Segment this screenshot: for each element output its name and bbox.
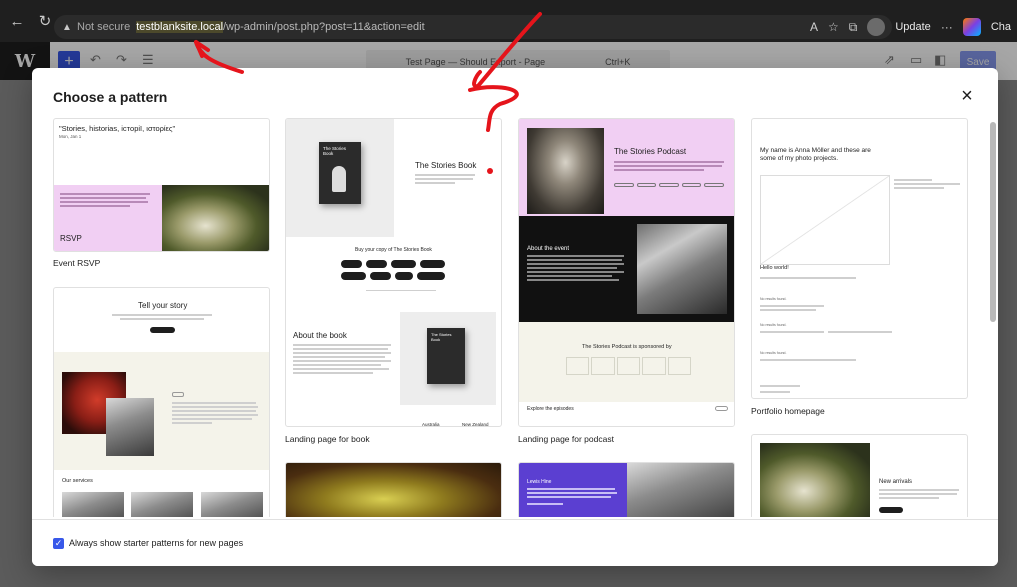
pattern-label-book[interactable]: Landing page for book (285, 434, 370, 444)
pattern-card-book[interactable]: The Stories Book The Stories Book Buy yo… (285, 118, 502, 427)
yellow-flower-photo (286, 463, 501, 517)
service-photo-1 (62, 492, 124, 517)
podcast-hero: The Stories Podcast (519, 119, 734, 216)
service-photo-3 (201, 492, 263, 517)
rsvp-label: RSVP (60, 234, 82, 243)
warning-icon: ▲ (62, 21, 72, 33)
pattern-label-podcast[interactable]: Landing page for podcast (518, 434, 614, 444)
portfolio-image-placeholder (760, 175, 890, 265)
purple-panel: Lewis Hine (519, 463, 627, 517)
pattern-card-podcast[interactable]: The Stories Podcast About the event The … (518, 118, 735, 427)
lily-photo-2 (760, 443, 870, 517)
copilot-label[interactable]: Cha (991, 21, 1011, 33)
about-event-heading: About the event (527, 246, 570, 252)
url-host: testblanksite.local (136, 21, 224, 33)
browser-actions: A ☆ ⧉ Update ··· Cha (810, 15, 1017, 39)
modal-footer: ✓ Always show starter patterns for new p… (32, 519, 998, 566)
event-date: Mon, Jan 1 (59, 134, 82, 139)
service-photo-2 (131, 492, 193, 517)
services-heading: Our services (62, 478, 93, 484)
profile-avatar[interactable] (867, 18, 886, 36)
read-aloud-icon[interactable]: A (810, 20, 818, 34)
book-title: The Stories Book (415, 161, 477, 170)
portfolio-intro: My name is Anna Möller and these are som… (760, 147, 871, 162)
pattern-modal: Choose a pattern × "Stories, historias, … (32, 68, 998, 566)
hine-photo (627, 463, 734, 517)
no-results-1: No results found. (760, 297, 787, 301)
sponsor-heading: The Stories Podcast is sponsored by (582, 344, 672, 350)
no-results-3: No results found. (760, 351, 787, 355)
pattern-label-event-rsvp[interactable]: Event RSVP (53, 258, 100, 268)
pattern-card-yellow-flower[interactable] (285, 462, 502, 517)
podcast-sponsor-section: The Stories Podcast is sponsored by Expl… (519, 322, 734, 426)
pattern-grid: "Stories, historias, історії, ιστορίες" … (53, 118, 989, 517)
starter-patterns-checkbox[interactable]: ✓ (53, 537, 64, 549)
pattern-card-lewis-hine[interactable]: Lewis Hine (518, 462, 735, 517)
new-arrivals-heading: New arrivals (879, 479, 913, 485)
explore-heading: Explore the episodes (527, 406, 574, 412)
url-path: /wp-admin/post.php?post=11&action=edit (223, 21, 425, 33)
podcast-about-section: About the event (519, 216, 734, 322)
pink-panel: RSVP (54, 185, 162, 251)
not-secure-label: Not secure (77, 21, 131, 33)
podcast-title: The Stories Podcast (614, 147, 687, 156)
pattern-label-portfolio[interactable]: Portfolio homepage (751, 406, 825, 416)
ruin-photo (637, 224, 727, 314)
favorite-icon[interactable]: ☆ (828, 20, 839, 34)
lily-photo (162, 185, 269, 251)
tell-story-heading: Tell your story (138, 301, 188, 310)
pattern-card-tell-your-story[interactable]: Tell your story Our services (53, 287, 270, 517)
lewis-hine-name: Lewis Hine (527, 479, 552, 485)
starter-patterns-label[interactable]: Always show starter patterns for new pag… (69, 538, 243, 548)
pattern-card-event-rsvp[interactable]: "Stories, historias, історії, ιστορίες" … (53, 118, 270, 252)
close-icon[interactable]: × (956, 86, 978, 108)
buy-heading: Buy your copy of The Stories Book (355, 247, 432, 253)
collections-icon[interactable]: ⧉ (849, 20, 858, 35)
back-icon[interactable]: ← (6, 10, 28, 32)
cover-title-2: The Stories Book (431, 332, 452, 342)
bw-flower-photo (106, 398, 154, 456)
book-photo-2: The Stories Book (400, 312, 496, 405)
pattern-card-new-arrivals[interactable]: New arrivals (751, 434, 968, 517)
update-button[interactable]: Update (895, 21, 930, 33)
address-bar[interactable]: ▲ Not secure testblanksite.local /wp-adm… (54, 15, 892, 39)
copilot-icon[interactable] (962, 18, 981, 36)
event-heading: "Stories, historias, історії, ιστορίες" (59, 124, 176, 133)
pattern-card-portfolio[interactable]: My name is Anna Möller and these are som… (751, 118, 968, 399)
book-footer-right: New Zealand (462, 422, 489, 427)
flower-section (54, 352, 269, 470)
portrait-photo (527, 128, 604, 214)
modal-title: Choose a pattern (53, 89, 168, 105)
book-footer-left: Australia (422, 422, 440, 427)
hello-world-heading: Hello world! (760, 265, 789, 271)
no-results-2: No results found. (760, 323, 787, 327)
reload-icon[interactable]: ↻ (34, 10, 56, 32)
modal-scrollbar[interactable] (990, 122, 996, 322)
book-cover-area: The Stories Book (286, 119, 394, 237)
book-cover: The Stories Book (319, 142, 361, 204)
cover-title: The Stories Book (323, 146, 347, 156)
about-book-heading: About the book (293, 331, 347, 340)
more-menu-icon[interactable]: ··· (941, 20, 953, 34)
